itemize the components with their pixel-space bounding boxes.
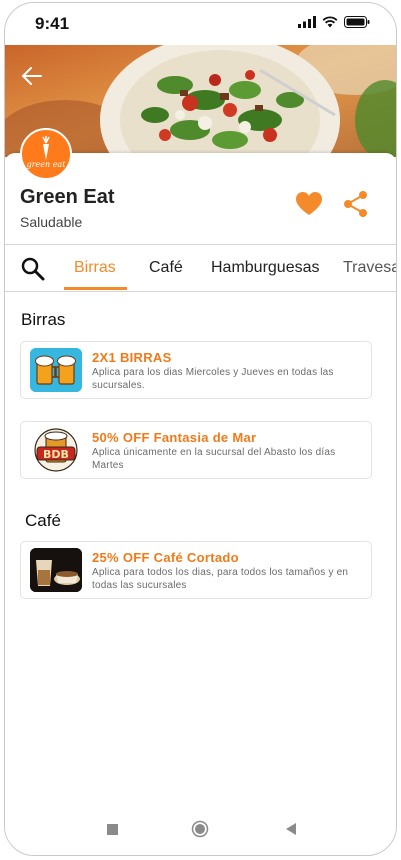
- offer-description: Aplica para los dias Miercoles y Jueves …: [92, 367, 334, 391]
- nav-back-icon[interactable]: [284, 822, 298, 836]
- restaurant-name: Green Eat: [20, 186, 115, 208]
- section-title-birras: Birras: [21, 310, 66, 329]
- system-nav-bar: [5, 815, 396, 845]
- back-arrow-icon[interactable]: [19, 63, 45, 89]
- logo-text: green eat: [26, 160, 66, 169]
- phone-frame: 9:41 green eat Green Eat Saludable Birra…: [4, 2, 397, 856]
- offer-card[interactable]: 2X1 BIRRAS Aplica para los dias Miercole…: [20, 341, 372, 399]
- section-title-cafe: Café: [25, 511, 61, 530]
- offer-description: Aplica únicamente en la sucursal del Aba…: [92, 447, 336, 471]
- battery-icon: [344, 16, 370, 28]
- coffee-cups-photo: [30, 548, 82, 592]
- offer-image: [30, 348, 82, 392]
- offer-title: 2X1 BIRRAS: [92, 350, 172, 365]
- status-time: 9:41: [35, 14, 70, 33]
- wifi-icon: [322, 16, 338, 28]
- offer-image: [30, 548, 82, 592]
- restaurant-category: Saludable: [20, 214, 83, 230]
- tab-travesa[interactable]: Travesa: [343, 259, 396, 277]
- tab-birras[interactable]: Birras: [74, 259, 116, 277]
- share-icon[interactable]: [343, 190, 369, 218]
- status-icons: [298, 16, 370, 28]
- offer-card[interactable]: 25% OFF Café Cortado Aplica para todos l…: [20, 541, 372, 599]
- active-tab-indicator: [64, 287, 127, 290]
- offer-card[interactable]: BDB 50% OFF Fantasia de Mar Aplica única…: [20, 421, 372, 479]
- restaurant-logo: green eat: [20, 128, 72, 180]
- signal-icon: [298, 16, 316, 28]
- recent-apps-icon[interactable]: [107, 824, 118, 835]
- offer-image: BDB: [30, 428, 82, 472]
- category-tabs: Birras Café Hamburguesas Travesa: [5, 244, 396, 292]
- beer-mugs-icon: [30, 348, 82, 392]
- home-icon[interactable]: [191, 820, 209, 838]
- offer-description: Aplica para todos los dias, para todos l…: [92, 567, 349, 591]
- offer-title: 50% OFF Fantasia de Mar: [92, 430, 257, 445]
- status-bar: 9:41: [5, 3, 396, 45]
- bdb-beer-logo: BDB: [34, 428, 78, 472]
- svg-text:BDB: BDB: [43, 448, 69, 461]
- tab-cafe[interactable]: Café: [149, 259, 183, 277]
- tab-hamburguesas[interactable]: Hamburguesas: [211, 259, 320, 277]
- favorite-heart-icon[interactable]: [295, 191, 323, 217]
- carrot-icon: [42, 136, 50, 160]
- offer-title: 25% OFF Café Cortado: [92, 550, 239, 565]
- search-icon[interactable]: [20, 256, 46, 282]
